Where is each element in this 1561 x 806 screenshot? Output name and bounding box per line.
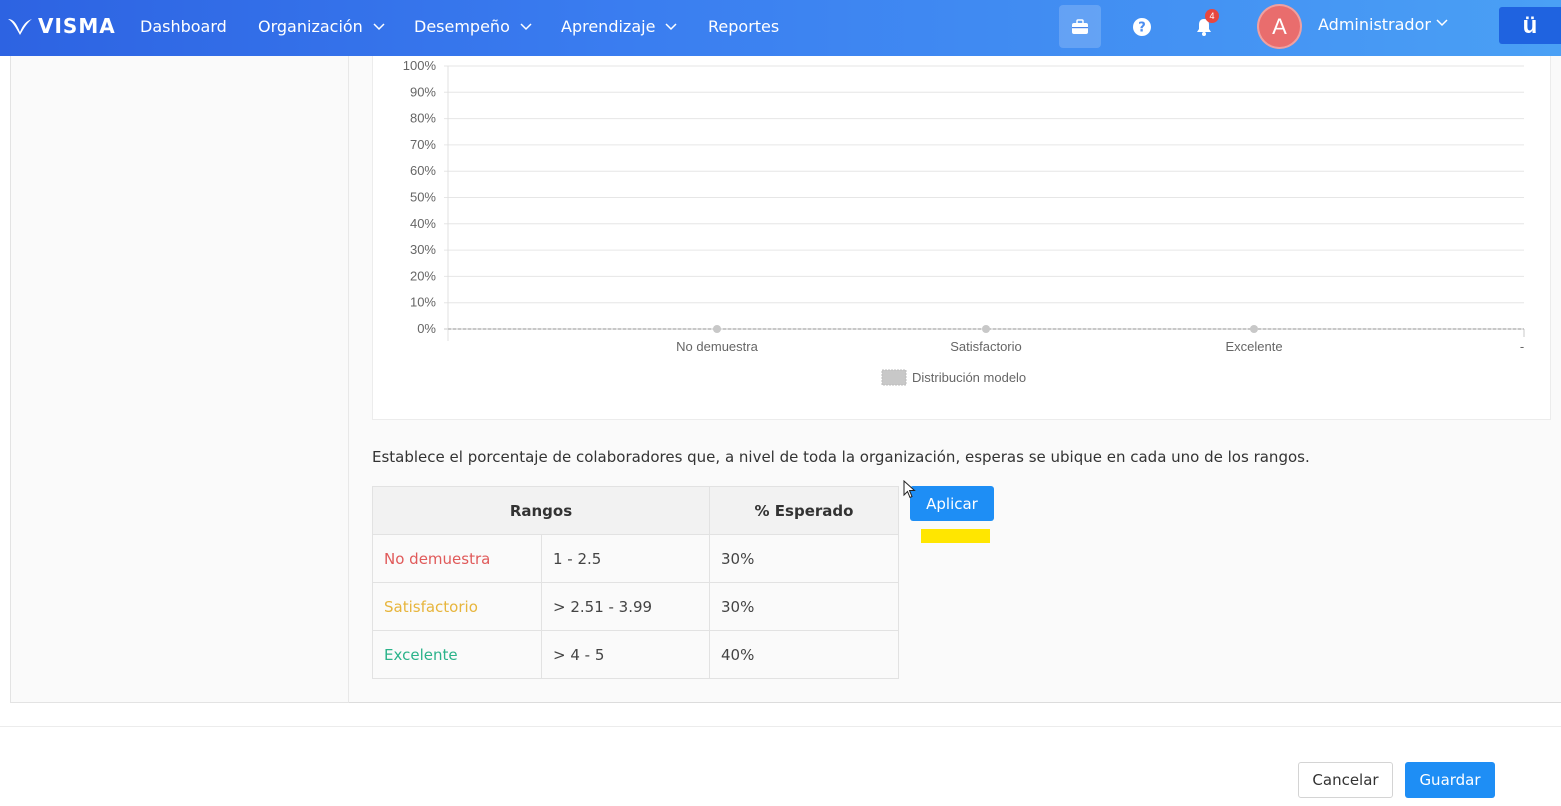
nav-organizacion[interactable]: Organización [258, 17, 385, 36]
range-label: No demuestra [372, 534, 542, 583]
briefcase-button[interactable] [1059, 5, 1101, 48]
nav-dashboard-label: Dashboard [140, 17, 227, 36]
y-tick-label: 20% [410, 268, 436, 283]
sidebar-panel [10, 56, 349, 703]
x-tick-label: Excelente [1225, 339, 1282, 354]
top-navigation-bar: VISMA Dashboard Organización Desempeño A… [0, 0, 1561, 56]
y-tick-label: 30% [410, 242, 436, 257]
briefcase-icon [1072, 18, 1088, 34]
app-switcher-label: ü [1522, 11, 1538, 39]
x-tick-label: Satisfactorio [950, 339, 1022, 354]
expected-percent[interactable]: 30% [709, 582, 899, 631]
y-tick-label: 60% [410, 163, 436, 178]
nav-reportes[interactable]: Reportes [708, 17, 779, 36]
instruction-text: Establece el porcentaje de colaboradores… [372, 448, 1310, 466]
range-label: Excelente [372, 630, 542, 679]
mouse-cursor-icon [903, 480, 916, 499]
nav-aprendizaje[interactable]: Aprendizaje [561, 17, 677, 36]
notification-count-badge: 4 [1205, 9, 1219, 23]
table-row: Satisfactorio > 2.51 - 3.99 30% [372, 582, 899, 631]
brand-name: VISMA [38, 14, 116, 38]
help-button[interactable]: ? [1121, 5, 1163, 48]
help-icon: ? [1133, 17, 1151, 36]
distribution-chart: 100% 90% 80% 70% 60% 50% 40% 30% 20% 10% 0% No demu… [403, 58, 1525, 386]
chevron-down-icon [373, 22, 385, 30]
ranges-header: Rangos [372, 486, 710, 535]
nav-reportes-label: Reportes [708, 17, 780, 36]
data-point [982, 325, 990, 333]
app-switcher-button[interactable]: ü [1499, 7, 1561, 44]
y-tick-label: 0% [417, 321, 436, 336]
visma-logo[interactable]: VISMA [6, 14, 116, 38]
range-value: > 2.51 - 3.99 [541, 582, 710, 631]
y-tick-label: 70% [410, 137, 436, 152]
apply-button[interactable]: Aplicar [910, 486, 994, 521]
x-tick-label: - [1520, 339, 1524, 354]
data-point [1250, 325, 1258, 333]
visma-swoosh-icon [8, 19, 32, 35]
y-tick-label: 10% [410, 295, 436, 310]
nav-organizacion-label: Organización [258, 17, 363, 36]
range-label: Satisfactorio [372, 582, 542, 631]
y-tick-label: 90% [410, 84, 436, 99]
svg-text:?: ? [1138, 20, 1146, 35]
save-button[interactable]: Guardar [1405, 762, 1495, 798]
expected-percent[interactable]: 40% [709, 630, 899, 679]
nav-desempeno[interactable]: Desempeño [414, 17, 532, 36]
data-point [713, 325, 721, 333]
y-tick-label: 40% [410, 216, 436, 231]
table-row: No demuestra 1 - 2.5 30% [372, 534, 899, 583]
range-value: > 4 - 5 [541, 630, 710, 679]
legend-swatch [881, 369, 907, 386]
expected-percent[interactable]: 30% [709, 534, 899, 583]
nav-aprendizaje-label: Aprendizaje [561, 17, 656, 36]
y-tick-label: 50% [410, 190, 436, 205]
user-name[interactable]: Administrador [1318, 15, 1431, 34]
avatar[interactable]: A [1257, 4, 1302, 49]
x-tick-label: No demuestra [676, 339, 758, 354]
chevron-down-icon[interactable] [1436, 19, 1448, 27]
y-tick-label: 80% [410, 111, 436, 126]
range-value: 1 - 2.5 [541, 534, 710, 583]
legend-label: Distribución modelo [912, 370, 1026, 385]
y-tick-label: 100% [403, 58, 437, 73]
notifications-button[interactable]: 4 [1183, 5, 1225, 48]
nav-desempeno-label: Desempeño [414, 17, 510, 36]
highlight-marker [921, 529, 990, 543]
table-row: Excelente > 4 - 5 40% [372, 630, 899, 679]
chevron-down-icon [665, 22, 677, 30]
chevron-down-icon [520, 22, 532, 30]
nav-dashboard[interactable]: Dashboard [140, 17, 227, 36]
avatar-initial: A [1272, 13, 1287, 39]
ranges-table: Rangos % Esperado No demuestra 1 - 2.5 3… [372, 486, 899, 679]
cancel-button[interactable]: Cancelar [1298, 762, 1393, 798]
expected-header: % Esperado [709, 486, 899, 535]
